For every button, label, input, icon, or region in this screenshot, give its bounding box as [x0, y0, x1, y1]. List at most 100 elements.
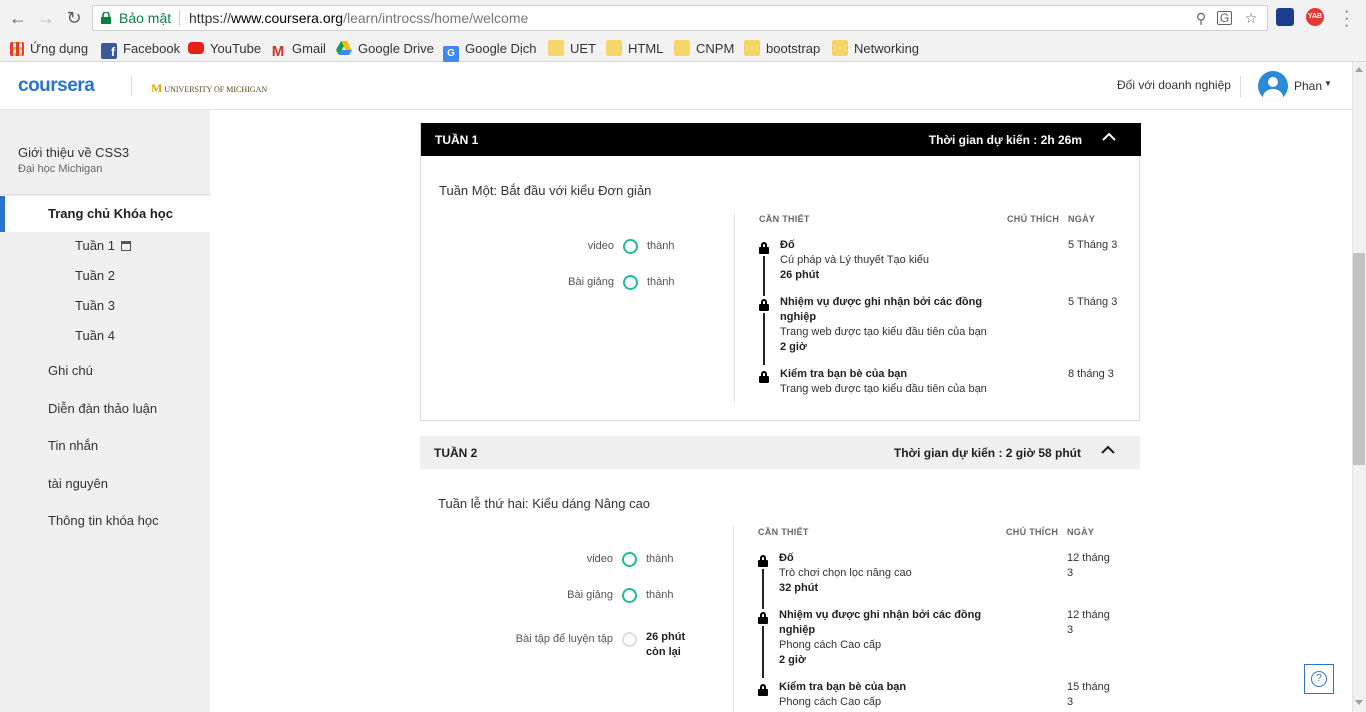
- sidebar-item-week-3[interactable]: Tuần 3: [75, 298, 115, 313]
- bookmark-facebook[interactable]: f Facebook: [101, 39, 180, 59]
- url-scheme: https://: [189, 10, 232, 26]
- bookmark-apps[interactable]: Ứng dụng: [10, 39, 88, 59]
- item-date: 8 tháng 3: [1068, 368, 1114, 380]
- bookmark-label: bootstrap: [766, 41, 821, 56]
- caret-down-icon[interactable]: ▼: [1324, 79, 1332, 88]
- lock-icon: [758, 684, 768, 696]
- bookmark-google-drive[interactable]: Google Drive: [336, 39, 434, 59]
- lock-icon: [759, 371, 769, 383]
- google-translate-icon: G: [443, 46, 459, 62]
- sidebar-item-resources[interactable]: tài nguyên: [48, 476, 108, 491]
- list-item[interactable]: Kiểm tra bạn bè của bạn Trang web được t…: [759, 367, 1129, 399]
- progress-value-line: 26 phút: [646, 631, 686, 643]
- bookmark-label: Facebook: [123, 41, 181, 56]
- folder-icon: [832, 40, 848, 56]
- item-subtitle: Cú pháp và Lý thuyết Tạo kiểu: [780, 254, 930, 266]
- list-item[interactable]: Nhiệm vụ được ghi nhận bởi các đồng nghi…: [758, 608, 1128, 678]
- item-date-line: 15 tháng: [1067, 681, 1110, 693]
- scroll-up-icon[interactable]: [1355, 67, 1363, 72]
- user-name[interactable]: Phan: [1294, 79, 1322, 93]
- item-subtitle: Phong cách Cao cấp: [779, 639, 882, 651]
- sidebar-item-messages[interactable]: Tin nhắn: [48, 438, 98, 453]
- item-title[interactable]: Nhiệm vụ được ghi nhận bởi các đồng nghi…: [780, 295, 990, 325]
- extension-yab-icon[interactable]: YAB: [1306, 8, 1324, 26]
- sidebar-item-forums[interactable]: Diễn đàn thảo luận: [48, 401, 157, 416]
- sidebar-item-course-info[interactable]: Thông tin khóa học: [48, 513, 159, 528]
- bookmark-star-icon[interactable]: ☆: [1243, 10, 1259, 26]
- header-divider: [131, 76, 132, 96]
- course-sidebar: Giới thiệu về CSS3 Đại học Michigan Tran…: [0, 110, 210, 712]
- item-title[interactable]: Nhiệm vụ được ghi nhận bởi các đồng nghi…: [779, 608, 989, 638]
- sidebar-item-week-2[interactable]: Tuần 2: [75, 268, 115, 283]
- sidebar-item-notes[interactable]: Ghi chú: [48, 363, 93, 378]
- help-button[interactable]: ?: [1304, 664, 1334, 694]
- item-title[interactable]: Đố: [779, 551, 989, 566]
- list-item[interactable]: Nhiệm vụ được ghi nhận bởi các đồng nghi…: [759, 295, 1129, 365]
- list-item[interactable]: Đố Cú pháp và Lý thuyết Tạo kiểu 26 phút…: [759, 238, 1129, 296]
- extension-j-icon[interactable]: [1276, 8, 1294, 26]
- bookmark-youtube[interactable]: YouTube: [188, 39, 261, 59]
- item-title[interactable]: Kiểm tra bạn bè của bạn: [780, 367, 990, 382]
- scroll-down-icon[interactable]: [1355, 700, 1363, 705]
- zoom-icon[interactable]: ⚲: [1193, 10, 1209, 26]
- item-date-line: 3: [1067, 696, 1074, 708]
- bookmark-gmail[interactable]: M Gmail: [270, 39, 326, 60]
- translate-icon[interactable]: G: [1217, 11, 1232, 25]
- week-2-header[interactable]: TUẦN 2 Thời gian dự kiến : 2 giờ 58 phút: [420, 436, 1140, 469]
- progress-ring-empty-icon: [622, 632, 637, 647]
- bookmark-folder-html[interactable]: HTML: [606, 39, 663, 59]
- item-duration: 2 giờ: [780, 341, 807, 353]
- bookmark-label: Google Dịch: [465, 41, 537, 56]
- progress-ring-icon: [622, 552, 637, 567]
- sidebar-item-week-1[interactable]: Tuần 1: [75, 238, 131, 253]
- week-estimate: Thời gian dự kiến : 2 giờ 58 phút: [893, 446, 1081, 460]
- url-text[interactable]: https://www.coursera.org/learn/introcss/…: [189, 10, 528, 26]
- item-duration: 26 phút: [780, 269, 820, 281]
- item-subtitle: Phong cách Cao cấp: [779, 696, 882, 708]
- item-title[interactable]: Đố: [780, 238, 990, 253]
- list-item[interactable]: Kiểm tra bạn bè của bạn Phong cách Cao c…: [758, 680, 1128, 712]
- university-logo[interactable]: M UNIVERSITY OF MICHIGAN: [151, 81, 267, 96]
- sidebar-item-course-home[interactable]: Trang chủ Khóa học: [0, 196, 210, 232]
- sidebar-item-week-4[interactable]: Tuần 4: [75, 328, 115, 343]
- item-title[interactable]: Kiểm tra bạn bè của bạn: [779, 680, 989, 695]
- item-date: 15 tháng 3: [1067, 680, 1122, 710]
- bookmark-folder-uet[interactable]: UET: [548, 39, 596, 59]
- course-title[interactable]: Giới thiệu về CSS3: [18, 145, 129, 160]
- reload-icon[interactable]: ↻: [64, 8, 84, 28]
- back-icon[interactable]: ←: [8, 8, 28, 28]
- column-divider: [733, 526, 734, 712]
- item-date: 12 tháng 3: [1067, 608, 1122, 638]
- chevron-up-icon[interactable]: [1101, 129, 1117, 145]
- business-link[interactable]: Đối với doanh nghiệp: [1117, 78, 1231, 92]
- chevron-up-icon[interactable]: [1100, 442, 1116, 458]
- scroll-thumb[interactable]: [1353, 253, 1365, 465]
- browser-menu-icon[interactable]: · · ·: [1344, 4, 1350, 34]
- bookmark-google-translate[interactable]: G Google Dịch: [443, 39, 537, 62]
- url-host: www.coursera.org: [231, 10, 344, 26]
- column-divider: [734, 213, 735, 403]
- week-1-header[interactable]: TUẦN 1 Thời gian dự kiến : 2h 26m: [421, 123, 1141, 156]
- bookmark-folder-networking[interactable]: Networking: [832, 39, 919, 59]
- address-bar[interactable]: Bảo mật https://www.coursera.org/learn/i…: [92, 5, 1268, 31]
- progress-label: video: [586, 553, 613, 565]
- col-head-notes: CHÚ THÍCH: [1007, 214, 1060, 224]
- forward-icon[interactable]: →: [36, 8, 56, 28]
- week-estimate: Thời gian dự kiến : 2h 26m: [928, 133, 1082, 147]
- col-head-required: CẦN THIẾT: [759, 214, 810, 224]
- umich-m-icon: M: [151, 81, 163, 95]
- sidebar-item-label: Tuần 1: [75, 238, 115, 253]
- gmail-icon: M: [271, 43, 285, 60]
- youtube-icon: [188, 42, 204, 54]
- bookmark-folder-bootstrap[interactable]: bootstrap: [744, 39, 820, 59]
- coursera-logo[interactable]: coursera: [18, 75, 95, 97]
- lock-icon: [759, 242, 769, 254]
- bookmark-label: Google Drive: [358, 41, 434, 56]
- week-1-card: TUẦN 1 Thời gian dự kiến : 2h 26m Tuần M…: [420, 123, 1141, 421]
- bookmark-folder-cnpm[interactable]: CNPM: [674, 39, 734, 59]
- bookmark-label: UET: [570, 41, 596, 56]
- avatar[interactable]: [1258, 71, 1288, 101]
- progress-value: 26 phút còn lại: [646, 630, 685, 660]
- item-duration: 2 giờ: [779, 654, 806, 666]
- list-item[interactable]: Đố Trò chơi chọn lọc nâng cao 32 phút 12…: [758, 551, 1128, 609]
